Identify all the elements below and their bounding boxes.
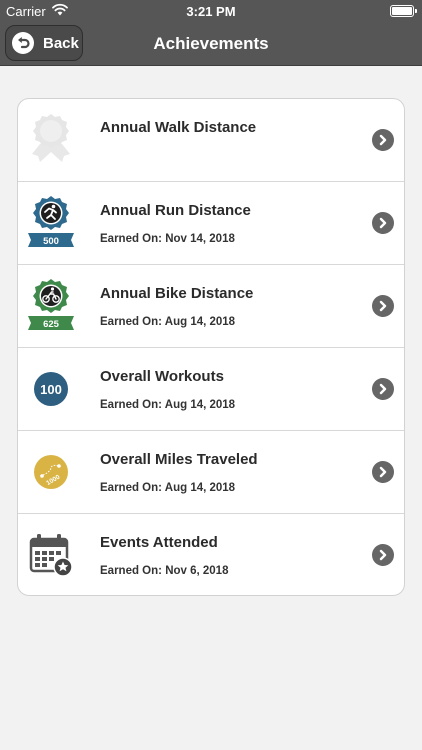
- achievement-row-events[interactable]: Events Attended Earned On: Nov 6, 2018: [18, 514, 404, 595]
- battery-icon: [390, 5, 417, 17]
- achievement-title: Annual Walk Distance: [100, 119, 257, 136]
- earned-date-value: Nov 14, 2018: [165, 233, 235, 245]
- achievement-row-bike[interactable]: 625 Annual Bike Distance Earned On: Aug …: [18, 265, 404, 348]
- calendar-star-icon: [29, 534, 73, 577]
- badge-number: 100: [40, 382, 62, 397]
- achievement-title: Overall Miles Traveled: [100, 451, 258, 468]
- status-bar: Carrier 3:21 PM: [0, 0, 422, 22]
- achievement-row-miles[interactable]: 1000 Overall Miles Traveled Earned On: A…: [18, 431, 404, 514]
- status-time: 3:21 PM: [186, 4, 236, 19]
- earned-label: Earned On:: [100, 316, 162, 328]
- earned-label: Earned On:: [100, 482, 162, 494]
- chevron-right-icon[interactable]: [372, 129, 394, 151]
- earned-date: Earned On: Nov 14, 2018: [100, 233, 235, 245]
- badge-number: 500: [43, 236, 59, 247]
- miles-coin-icon: 1000: [34, 455, 68, 489]
- earned-date: Earned On: Nov 6, 2018: [100, 565, 228, 577]
- earned-date-value: Aug 14, 2018: [164, 482, 236, 494]
- earned-label: Earned On:: [100, 399, 162, 411]
- achievement-title: Annual Run Distance: [100, 202, 251, 219]
- achievement-row-walk[interactable]: Annual Walk Distance: [18, 99, 404, 182]
- chevron-right-icon[interactable]: [372, 544, 394, 566]
- achievements-list: Annual Walk Distance 500 Annual Run Dist…: [17, 98, 405, 596]
- badge-number: 625: [43, 319, 60, 330]
- page-title: Achievements: [153, 34, 269, 53]
- chevron-right-icon[interactable]: [372, 461, 394, 483]
- achievement-row-run[interactable]: 500 Annual Run Distance Earned On: Nov 1…: [18, 182, 404, 265]
- workouts-circle-icon: 100: [34, 372, 68, 406]
- chevron-right-icon[interactable]: [372, 212, 394, 234]
- earned-date-value: Nov 6, 2018: [165, 565, 229, 577]
- achievement-title: Events Attended: [100, 534, 218, 551]
- runner-badge-icon: 500: [28, 196, 74, 247]
- achievement-row-workouts[interactable]: 100 Overall Workouts Earned On: Aug 14, …: [18, 348, 404, 431]
- nav-bar: Back Achievements: [0, 22, 422, 66]
- cyclist-badge-icon: 625: [28, 279, 74, 330]
- earned-date-value: Aug 14, 2018: [164, 399, 236, 411]
- achievement-title: Annual Bike Distance: [100, 285, 254, 302]
- earned-label: Earned On:: [100, 233, 162, 245]
- earned-date: Earned On: Aug 14, 2018: [100, 482, 235, 494]
- medal-icon-locked: [32, 114, 70, 162]
- achievement-title: Overall Workouts: [100, 368, 224, 385]
- earned-date: Earned On: Aug 14, 2018: [100, 316, 235, 328]
- earned-date-value: Aug 14, 2018: [164, 316, 236, 328]
- chevron-right-icon[interactable]: [372, 295, 394, 317]
- earned-label: Earned On:: [100, 565, 162, 577]
- chevron-right-icon[interactable]: [372, 378, 394, 400]
- earned-date: Earned On: Aug 14, 2018: [100, 399, 235, 411]
